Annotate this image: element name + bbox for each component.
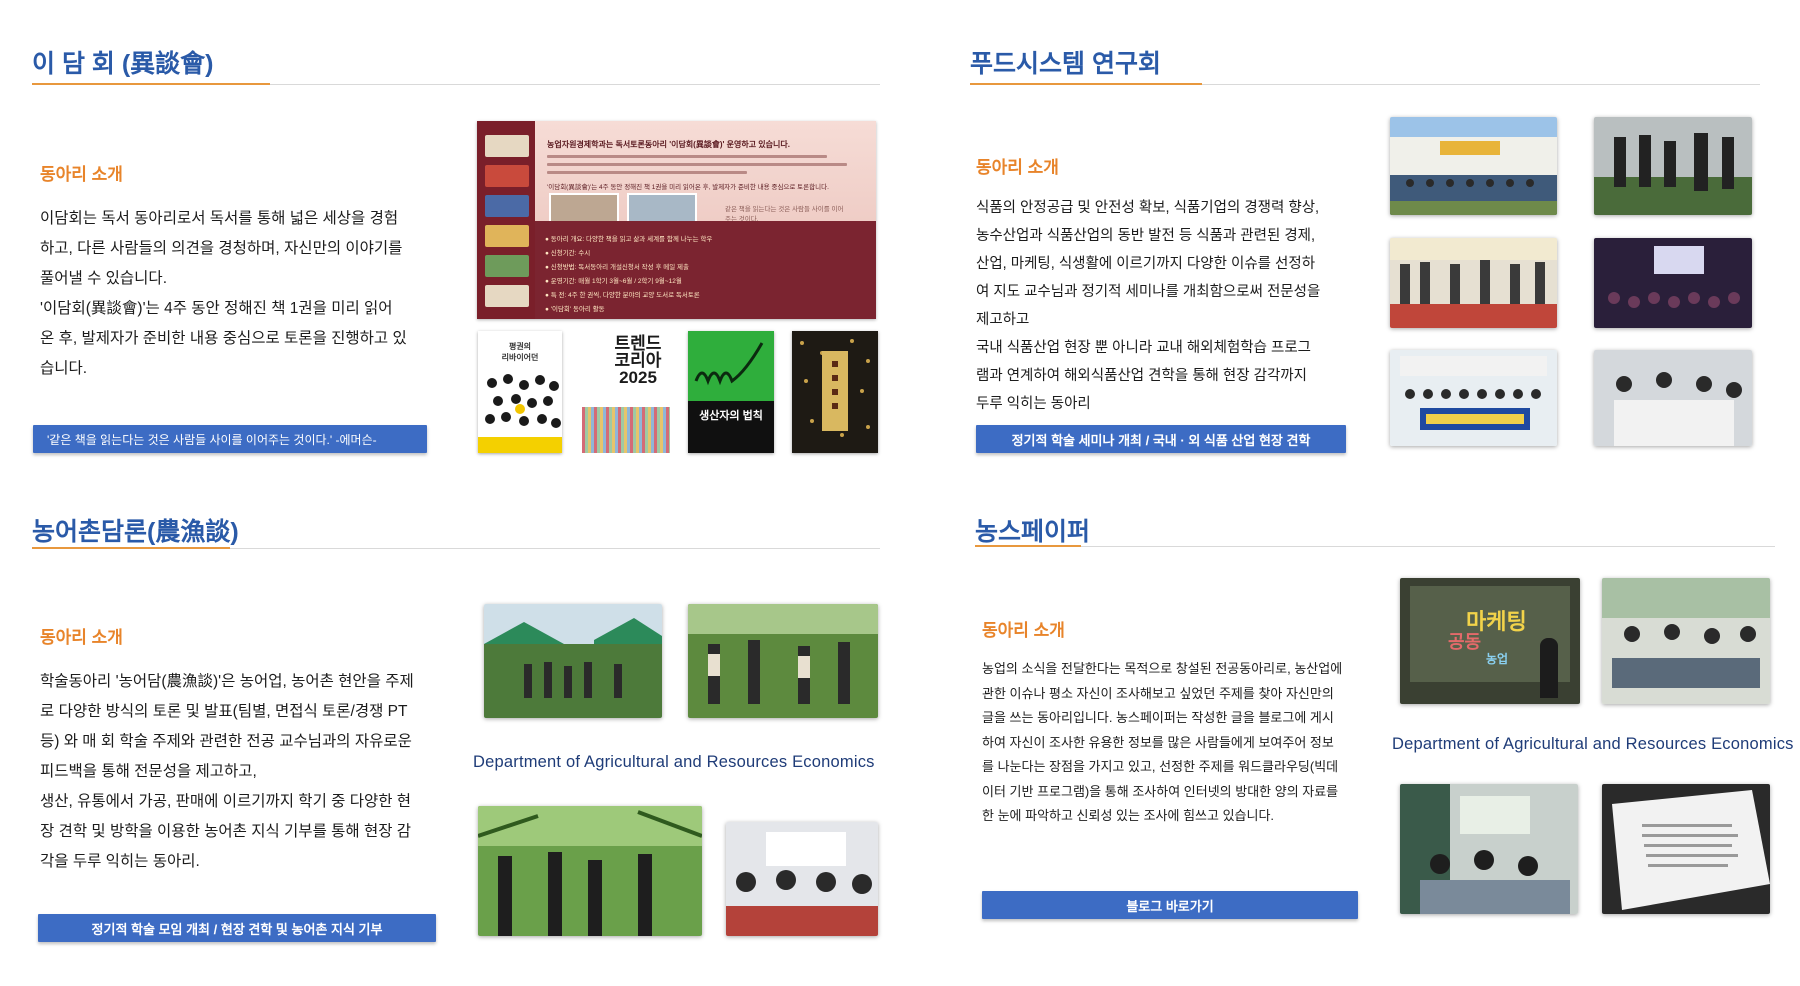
intro-text: 이담회는 독서 동아리로서 독서를 통해 넓은 세상을 경험 하고, 다른 사람… [40, 204, 440, 384]
section-title: 농어촌담론(農漁談) [32, 518, 239, 546]
department-name: Department of Agricultural and Resources… [1392, 735, 1794, 753]
paragraph-line: 국내 식품산업 현장 뿐 아니라 교내 해외체험학습 프로그 [976, 340, 1312, 356]
poster-subline: '이담회(異談會)'는 4주 동안 정해진 책 1권을 미리 읽어온 후, 발제… [547, 184, 829, 191]
intro-label: 동아리 소개 [40, 628, 123, 647]
photo-orchard-tour [688, 604, 878, 718]
blog-link-button[interactable]: 블로그 바로가기 [982, 891, 1358, 919]
paragraph-line: 농수산업과 식품산업의 동반 발전 등 식품과 관련된 경제, [976, 228, 1316, 244]
poster-item: ● 특 전: 4주 한 권씩, 다양한 분야의 교양 도서로 독서토론 [545, 292, 700, 299]
photo-greenhouse [478, 806, 702, 936]
photo-study-table [1594, 350, 1752, 446]
paragraph-line: 습니다. [40, 360, 88, 377]
paragraph-line: 관한 이슈나 평소 자신이 조사해보고 싶었던 주제를 찾아 자신만의 [982, 685, 1334, 701]
poster-headline: 농업자원경제학과는 독서토론동아리 '이담회(異談會)' 운영하고 있습니다. [547, 140, 790, 149]
poster-item: ● 신청기간: 수시 [545, 250, 591, 257]
photo-market-tour [1594, 117, 1752, 215]
paragraph-line: 생산, 유통에서 가공, 판매에 이르기까지 학기 중 다양한 현 [40, 793, 412, 810]
book-cover-trend-korea: 트렌드 코리아 2025 [578, 331, 670, 453]
photo-food-exhibit [1390, 238, 1557, 328]
divider [975, 546, 1775, 547]
paragraph-line: 하여 자신이 조사한 유용한 정보를 많은 사람들에게 보여주어 정보 [982, 734, 1334, 750]
paragraph-line: 산업, 마케팅, 식생활에 이르기까지 다양한 이슈를 선정하 [976, 256, 1316, 272]
book-cover-leviathan: 평권의 리바이어던 [478, 331, 562, 453]
bookshelf-graphic [477, 121, 535, 319]
section-title: 농스페이퍼 [975, 518, 1091, 546]
paragraph-line: 여 지도 교수님과 정기적 세미나를 개최함으로써 전문성을 [976, 284, 1321, 300]
paragraph-line: 농업의 소식을 전달한다는 목적으로 창설된 전공동아리로, 농산업에 [982, 661, 1343, 676]
photo-classroom-meeting [1602, 578, 1770, 704]
title-underline [970, 83, 1202, 85]
title-underline [32, 83, 270, 85]
paragraph-line: 하고, 다른 사람들의 의견을 경청하며, 자신만의 이야기를 [40, 240, 403, 257]
curve-graphic [694, 342, 764, 386]
quote-banner: '같은 책을 읽는다는 것은 사람들 사이를 이어주는 것이다.' -에머슨- [33, 425, 427, 453]
poster-quote: 같은 책을 읽는다는 것은 사람들 사이를 이어주는 것이다. [725, 206, 844, 223]
paragraph-line: 한 눈에 파악하고 신뢰성 있는 조사에 힘쓰고 있습니다. [982, 808, 1275, 823]
paragraph-line: 학술동아리 '농어담(農漁談)'은 농어업, 농어촌 현안을 주제 [40, 673, 414, 690]
paragraph-line: 풀어낼 수 있습니다. [40, 270, 167, 287]
department-name: Department of Agricultural and Resources… [473, 753, 875, 771]
paragraph-line: 글을 쓰는 동아리입니다. 농스페이퍼는 작성한 글을 블로그에 게시 [982, 710, 1334, 725]
activity-banner: 정기적 학술 모임 개최 / 현장 견학 및 농어촌 지식 기부 [38, 914, 436, 942]
title-underline [32, 547, 230, 549]
photo-wordcloud-lecture: 마케팅 공동 농업 [1400, 578, 1580, 704]
club-poster: 농업자원경제학과는 독서토론동아리 '이담회(異談會)' 운영하고 있습니다. … [477, 121, 876, 319]
poster-item: ● 운영기간: 매월 1학기 3월~6월 / 2학기 9월~12월 [545, 278, 682, 285]
poster-item: ● 신청방법: 독서동아리 개설신청서 작성 후 메일 제출 [545, 264, 689, 271]
photo-classroom-study [726, 822, 878, 936]
paragraph-line: 온 후, 발제자가 준비한 내용 중심으로 토론을 진행하고 있 [40, 330, 407, 347]
intro-label: 동아리 소개 [976, 158, 1059, 177]
book-cover-producer-law: 생산자의 법칙 [688, 331, 774, 453]
paragraph-line: 두루 익히는 동아리 [976, 396, 1091, 412]
paragraph-line: 램과 연계하여 해외식품산업 견학을 통해 현장 감각까지 [976, 368, 1307, 384]
paragraph-line: '이담회(異談會)'는 4주 동안 정해진 책 1권을 미리 읽어 [40, 300, 393, 317]
pattern-graphic [800, 339, 870, 437]
paragraph-line: 이담회는 독서 동아리로서 독서를 통해 넓은 세상을 경험 [40, 210, 399, 227]
paragraph-line: 장 견학 및 방학을 이용한 농어촌 지식 기부를 통해 현장 감 [40, 823, 412, 840]
photo-group-banner [1390, 350, 1557, 446]
photo-field-tent [484, 604, 662, 718]
paragraph-line: 를 나눈다는 장점을 가지고 있고, 선정한 주제를 워드클라우딩(빅데 [982, 759, 1339, 774]
wordcloud-keyword: 농업 [1486, 652, 1509, 666]
intro-text: 농업의 소식을 전달한다는 목적으로 창설된 전공동아리로, 농산업에 관한 이… [982, 657, 1382, 829]
poster-item: ● 동아리 개요: 다양한 책을 읽고 삶과 세계를 함께 나누는 학우 [545, 236, 713, 243]
wordcloud-keyword: 공동 [1448, 632, 1482, 652]
section-title: 푸드시스템 연구회 [970, 50, 1161, 78]
paragraph-line: 식품의 안정공급 및 안전성 확보, 식품기업의 경쟁력 향상, [976, 200, 1320, 216]
photo-laptop-writing [1602, 784, 1770, 914]
intro-text: 학술동아리 '농어담(農漁談)'은 농어업, 농어촌 현안을 주제 로 다양한 … [40, 667, 450, 877]
title-underline [975, 545, 1081, 547]
photo-seminar-hall [1594, 238, 1752, 328]
paragraph-line: 등) 와 매 회 학술 주제와 관련한 전공 교수님과의 자유로운 [40, 733, 412, 750]
paragraph-line: 각을 두루 익히는 동아리. [40, 853, 200, 870]
intro-text: 식품의 안정공급 및 안전성 확보, 식품기업의 경쟁력 향상, 농수산업과 식… [976, 194, 1356, 418]
paragraph-line: 로 다양한 방식의 토론 및 발표(팀별, 면접식 토론/경쟁 PT [40, 703, 408, 720]
paragraph-line: 제고하고 [976, 312, 1030, 328]
intro-label: 동아리 소개 [982, 621, 1065, 640]
crowd-illustration [478, 374, 562, 453]
poster-item: ● '이담회' 동아리 활동 [545, 306, 605, 313]
book-cover-dark [792, 331, 878, 453]
photo-group-school [1390, 117, 1557, 215]
paragraph-line: 이터 기반 프로그램)을 통해 조사하여 인터넷의 방대한 양의 자료를 [982, 783, 1339, 799]
paragraph-line: 피드백을 통해 전문성을 제고하고, [40, 763, 257, 780]
section-title: 이 담 회 (異談會) [32, 50, 214, 78]
activity-banner: 정기적 학술 세미나 개최 / 국내 · 외 식품 산업 현장 견학 [976, 425, 1346, 453]
intro-label: 동아리 소개 [40, 165, 123, 184]
photo-lecture-room [1400, 784, 1578, 914]
